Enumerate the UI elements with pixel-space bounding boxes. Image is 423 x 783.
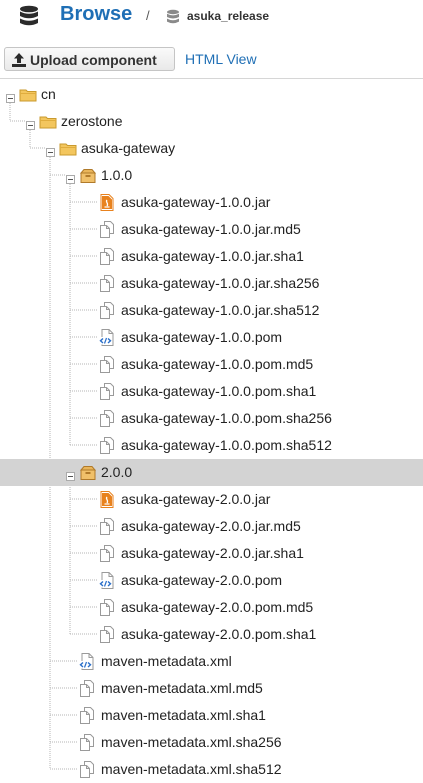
tree-row-asuka-gateway-1-0-0-jar-sha1[interactable]: asuka-gateway-1.0.0.jar.sha1 — [0, 243, 423, 270]
tree-item-label: maven-metadata.xml.sha512 — [101, 761, 282, 777]
tree-row-asuka-gateway-1-0-0-pom-sha1[interactable]: asuka-gateway-1.0.0.pom.sha1 — [0, 378, 423, 405]
file-icon — [99, 545, 115, 567]
jar-file-icon — [99, 491, 115, 513]
tree-row-maven-metadata-xml-md5[interactable]: maven-metadata.xml.md5 — [0, 675, 423, 702]
breadcrumb-separator: / — [146, 8, 150, 23]
page-title: Browse — [60, 3, 133, 25]
upload-component-button[interactable]: Upload component — [4, 47, 175, 71]
tree-row-maven-metadata-xml-sha512[interactable]: maven-metadata.xml.sha512 — [0, 756, 423, 783]
tree-row-asuka-gateway-2-0-0-jar-md5[interactable]: asuka-gateway-2.0.0.jar.md5 — [0, 513, 423, 540]
file-icon — [79, 761, 95, 783]
folder-open-icon — [59, 141, 77, 162]
collapse-toggle-icon[interactable] — [26, 117, 35, 135]
package-icon — [79, 168, 97, 189]
tree-item-label: asuka-gateway-1.0.0.jar.md5 — [121, 221, 301, 237]
file-icon — [99, 437, 115, 459]
tree-row-asuka-gateway-2-0-0-pom[interactable]: asuka-gateway-2.0.0.pom — [0, 567, 423, 594]
breadcrumb-repository[interactable]: asuka_release — [187, 9, 269, 23]
tree-item-label: 1.0.0 — [101, 167, 133, 183]
file-icon — [99, 275, 115, 297]
html-view-link[interactable]: HTML View — [185, 51, 257, 67]
tree-row-asuka-gateway-1-0-0-pom-sha512[interactable]: asuka-gateway-1.0.0.pom.sha512 — [0, 432, 423, 459]
tree-row-asuka-gateway-2-0-0-jar[interactable]: asuka-gateway-2.0.0.jar — [0, 486, 423, 513]
tree-row-asuka-gateway-1-0-0-pom-sha256[interactable]: asuka-gateway-1.0.0.pom.sha256 — [0, 405, 423, 432]
file-icon — [99, 383, 115, 405]
tree-row-asuka-gateway-2-0-0-pom-md5[interactable]: asuka-gateway-2.0.0.pom.md5 — [0, 594, 423, 621]
tree-item-label: asuka-gateway-1.0.0.jar — [121, 194, 271, 210]
package-icon — [79, 465, 97, 486]
tree-row-2-0-0[interactable]: 2.0.0 — [0, 459, 423, 486]
file-icon — [99, 248, 115, 270]
tree-item-label: asuka-gateway-1.0.0.pom.sha256 — [121, 410, 332, 426]
file-icon — [99, 356, 115, 378]
database-icon — [166, 9, 180, 30]
tree-item-label: 2.0.0 — [101, 464, 133, 480]
database-icon — [18, 5, 40, 34]
tree-item-label: maven-metadata.xml.md5 — [101, 680, 263, 696]
tree-item-label: asuka-gateway-2.0.0.pom.md5 — [121, 599, 314, 615]
tree-row-maven-metadata-xml[interactable]: maven-metadata.xml — [0, 648, 423, 675]
tree-item-label: maven-metadata.xml — [101, 653, 232, 669]
xml-file-icon — [79, 653, 95, 675]
component-tree: cn zerostone asuka-gateway 1.0.0 asuka-gatew… — [0, 79, 423, 782]
tree-row-asuka-gateway-1-0-0-jar-md5[interactable]: asuka-gateway-1.0.0.jar.md5 — [0, 216, 423, 243]
upload-icon — [11, 52, 27, 73]
file-icon — [99, 221, 115, 243]
tree-row-asuka-gateway[interactable]: asuka-gateway — [0, 135, 423, 162]
tree-item-label: asuka-gateway — [81, 140, 176, 156]
tree-item-label: asuka-gateway-1.0.0.jar.sha1 — [121, 248, 304, 264]
tree-row-asuka-gateway-1-0-0-jar-sha512[interactable]: asuka-gateway-1.0.0.jar.sha512 — [0, 297, 423, 324]
tree-row-asuka-gateway-1-0-0-jar[interactable]: asuka-gateway-1.0.0.jar — [0, 189, 423, 216]
tree-row-maven-metadata-xml-sha256[interactable]: maven-metadata.xml.sha256 — [0, 729, 423, 756]
collapse-toggle-icon[interactable] — [6, 90, 15, 108]
folder-open-icon — [39, 114, 57, 135]
file-icon — [99, 302, 115, 324]
tree-row-cn[interactable]: cn — [0, 81, 423, 108]
file-icon — [99, 626, 115, 648]
tree-item-label: asuka-gateway-1.0.0.jar.sha512 — [121, 302, 320, 318]
folder-open-icon — [19, 87, 37, 108]
tree-item-label: asuka-gateway-1.0.0.pom.sha512 — [121, 437, 332, 453]
tree-item-label: asuka-gateway-1.0.0.jar.sha256 — [121, 275, 320, 291]
file-icon — [99, 599, 115, 621]
tree-item-label: asuka-gateway-1.0.0.pom.md5 — [121, 356, 314, 372]
tree-item-label: asuka-gateway-2.0.0.pom — [121, 572, 283, 588]
file-icon — [79, 734, 95, 756]
tree-item-label: asuka-gateway-1.0.0.pom.sha1 — [121, 383, 317, 399]
tree-item-label: asuka-gateway-2.0.0.jar — [121, 491, 271, 507]
tree-row-1-0-0[interactable]: 1.0.0 — [0, 162, 423, 189]
tree-row-asuka-gateway-1-0-0-pom[interactable]: asuka-gateway-1.0.0.pom — [0, 324, 423, 351]
tree-item-label: asuka-gateway-2.0.0.pom.sha1 — [121, 626, 317, 642]
tree-row-asuka-gateway-2-0-0-jar-sha1[interactable]: asuka-gateway-2.0.0.jar.sha1 — [0, 540, 423, 567]
jar-file-icon — [99, 194, 115, 216]
upload-component-label: Upload component — [30, 52, 157, 68]
file-icon — [79, 680, 95, 702]
tree-row-asuka-gateway-1-0-0-pom-md5[interactable]: asuka-gateway-1.0.0.pom.md5 — [0, 351, 423, 378]
collapse-toggle-icon[interactable] — [66, 171, 75, 189]
xml-file-icon — [99, 572, 115, 594]
file-icon — [99, 410, 115, 432]
tree-item-label: asuka-gateway-2.0.0.jar.sha1 — [121, 545, 304, 561]
tree-item-label: cn — [41, 86, 56, 102]
collapse-toggle-icon[interactable] — [46, 144, 55, 162]
tree-item-label: asuka-gateway-1.0.0.pom — [121, 329, 283, 345]
tree-item-label: maven-metadata.xml.sha256 — [101, 734, 282, 750]
tree-row-asuka-gateway-1-0-0-jar-sha256[interactable]: asuka-gateway-1.0.0.jar.sha256 — [0, 270, 423, 297]
toolbar: Upload component HTML View — [0, 45, 423, 77]
tree-row-maven-metadata-xml-sha1[interactable]: maven-metadata.xml.sha1 — [0, 702, 423, 729]
page-header: Browse / asuka_release — [0, 0, 423, 36]
file-icon — [79, 707, 95, 729]
xml-file-icon — [99, 329, 115, 351]
tree-row-asuka-gateway-2-0-0-pom-sha1[interactable]: asuka-gateway-2.0.0.pom.sha1 — [0, 621, 423, 648]
tree-row-zerostone[interactable]: zerostone — [0, 108, 423, 135]
tree-item-label: asuka-gateway-2.0.0.jar.md5 — [121, 518, 301, 534]
collapse-toggle-icon[interactable] — [66, 468, 75, 486]
file-icon — [99, 518, 115, 540]
tree-item-label: maven-metadata.xml.sha1 — [101, 707, 266, 723]
tree-item-label: zerostone — [61, 113, 123, 129]
